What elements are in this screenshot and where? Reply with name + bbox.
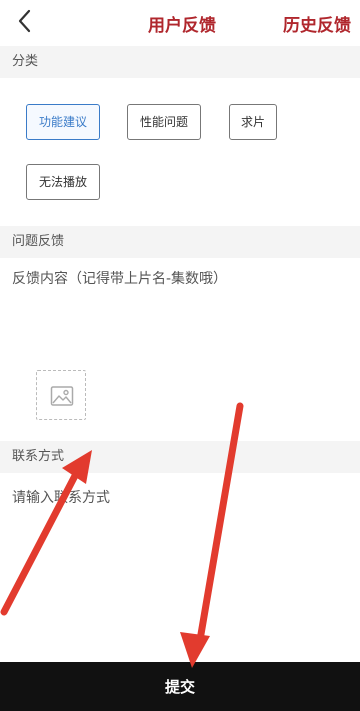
- feedback-section-label: 问题反馈: [0, 226, 360, 258]
- image-icon: [50, 386, 74, 406]
- submit-bar[interactable]: 提交: [0, 662, 360, 711]
- category-chip-feature-suggestion[interactable]: 功能建议: [26, 104, 100, 140]
- category-chip-cannot-play[interactable]: 无法播放: [26, 164, 100, 200]
- page-title: 用户反馈: [148, 16, 216, 36]
- back-arrow-icon[interactable]: [10, 6, 40, 36]
- submit-button[interactable]: 提交: [0, 676, 360, 697]
- contact-section-label: 联系方式: [0, 441, 360, 473]
- category-section-label: 分类: [0, 46, 360, 78]
- feedback-textarea[interactable]: 反馈内容（记得带上片名-集数哦）: [12, 268, 227, 288]
- contact-input[interactable]: 请输入联系方式: [12, 487, 110, 507]
- category-chip-performance-issue[interactable]: 性能问题: [127, 104, 201, 140]
- top-bar: 用户反馈 历史反馈: [0, 0, 360, 44]
- image-upload-button[interactable]: [36, 370, 86, 420]
- category-chip-request-movie[interactable]: 求片: [229, 104, 277, 140]
- history-feedback-link[interactable]: 历史反馈: [283, 11, 351, 36]
- annotation-arrow-1: [0, 450, 92, 616]
